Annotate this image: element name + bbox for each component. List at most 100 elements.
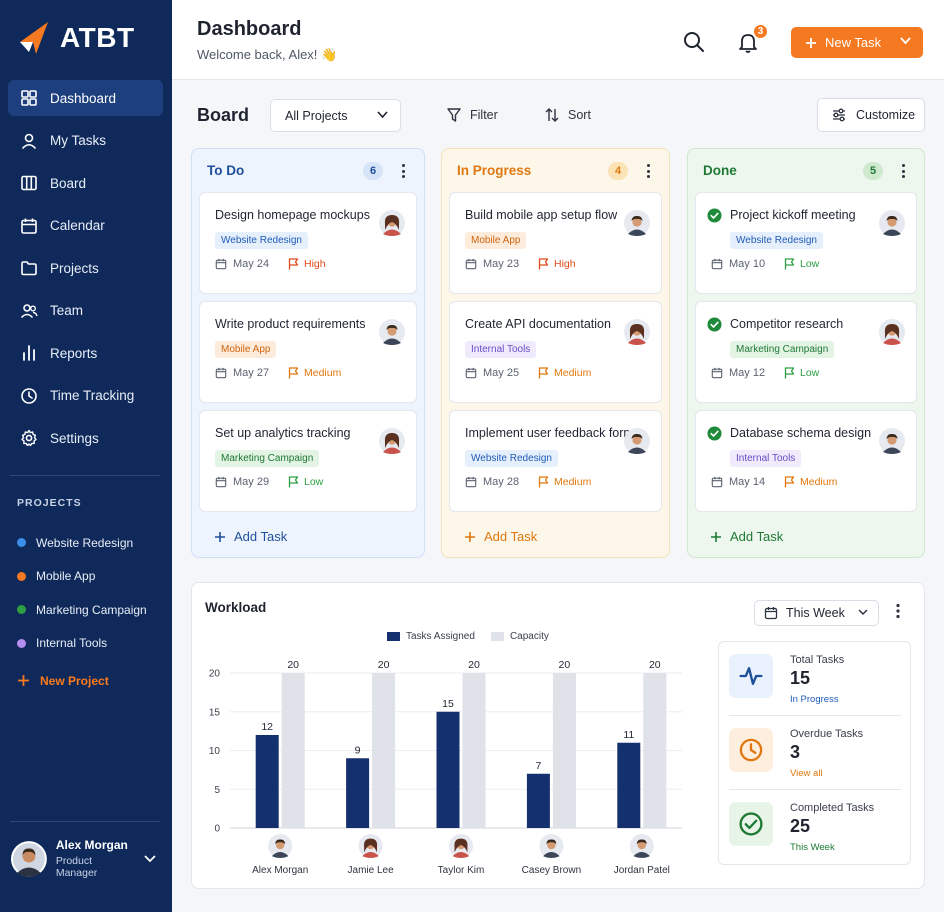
task-card[interactable]: Database schema design Internal Tools Ma… <box>695 410 917 512</box>
calendar-icon <box>711 258 723 270</box>
flag-icon <box>288 367 299 379</box>
project-tag: Website Redesign <box>215 232 308 249</box>
sidebar-item-calendar[interactable]: Calendar <box>8 208 163 244</box>
brand-logo[interactable]: ATBT <box>18 20 135 56</box>
data-label: 15 <box>442 698 454 710</box>
chevron-down-icon[interactable] <box>144 854 156 863</box>
sidebar-item-my-tasks[interactable]: My Tasks <box>8 123 163 159</box>
bar-tasks-assigned <box>346 758 370 828</box>
add-task-button[interactable]: Add Task <box>710 529 783 544</box>
sort-button[interactable]: Sort <box>544 107 591 123</box>
user-profile[interactable]: Alex Morgan Product Manager <box>10 838 160 879</box>
data-label: 12 <box>261 721 273 733</box>
calendar-icon <box>764 607 778 620</box>
priority: Medium <box>784 476 837 488</box>
calendar-icon <box>215 367 227 379</box>
assignee-avatar <box>624 210 650 236</box>
team-icon <box>20 303 38 318</box>
data-label: 20 <box>468 659 480 671</box>
project-item[interactable]: Internal Tools <box>17 627 147 661</box>
sidebar-item-label: Calendar <box>50 218 105 233</box>
stat-link[interactable]: In Progress <box>790 694 839 705</box>
sidebar-item-time-tracking[interactable]: Time Tracking <box>8 378 163 414</box>
check-circle-icon <box>707 426 722 441</box>
task-card[interactable]: Set up analytics tracking Marketing Camp… <box>199 410 417 512</box>
stat-link[interactable]: View all <box>790 768 823 779</box>
column-count: 4 <box>608 162 628 180</box>
x-tick-label: Casey Brown <box>522 865 581 876</box>
avatar <box>629 834 654 858</box>
more-vertical-icon[interactable] <box>398 161 408 181</box>
sidebar-item-settings[interactable]: Settings <box>8 420 163 456</box>
task-card[interactable]: Competitor research Marketing Campaign M… <box>695 301 917 403</box>
sidebar-item-label: Team <box>50 303 84 318</box>
avatar <box>879 319 905 345</box>
task-card[interactable]: Implement user feedback form Website Red… <box>449 410 662 512</box>
add-task-button[interactable]: Add Task <box>464 529 537 544</box>
sidebar-item-reports[interactable]: Reports <box>8 335 163 371</box>
more-vertical-icon[interactable] <box>643 161 653 181</box>
workload-panel: Workload This Week Tasks Assigned Capaci… <box>191 582 925 889</box>
sidebar-item-label: Projects <box>50 260 99 276</box>
priority: Medium <box>288 367 341 379</box>
priority: Low <box>784 367 819 379</box>
assignee-avatar <box>879 210 905 236</box>
project-label: Marketing Campaign <box>36 602 147 617</box>
new-project-label: New Project <box>40 673 109 688</box>
avatar <box>379 210 405 236</box>
legend-label: Tasks Assigned <box>406 631 475 642</box>
task-card[interactable]: Write product requirements Mobile App Ma… <box>199 301 417 403</box>
plus-icon <box>711 531 721 542</box>
due-date: May 14 <box>711 476 765 488</box>
check-circle-icon <box>739 812 763 836</box>
new-task-button[interactable]: New Task <box>791 27 923 58</box>
legend-item: Capacity <box>490 631 549 642</box>
due-date: May 25 <box>465 367 519 379</box>
project-item[interactable]: Website Redesign <box>17 526 147 560</box>
add-task-label: Add Task <box>730 529 784 544</box>
x-tick-label: Taylor Kim <box>438 865 485 876</box>
priority: Low <box>288 476 323 488</box>
due-date-text: May 25 <box>483 367 520 379</box>
flag-icon <box>784 258 795 270</box>
sidebar-item-dashboard[interactable]: Dashboard <box>8 80 163 116</box>
project-color-dot <box>17 571 26 581</box>
search-icon[interactable] <box>682 30 706 54</box>
period-select[interactable]: This Week <box>754 600 879 626</box>
more-vertical-icon[interactable] <box>895 603 901 624</box>
avatar <box>268 834 293 858</box>
y-tick-label: 0 <box>214 824 220 835</box>
stat-link[interactable]: This Week <box>790 842 835 853</box>
workload-bar-chart: 0 5 10 15 20 12 20 Alex Morgan 9 20 Jamie Lee 15 20 T… <box>209 659 682 876</box>
sidebar-item-label: Reports <box>50 345 98 361</box>
workload-title: Workload <box>205 600 267 615</box>
sidebar-item-projects[interactable]: Projects <box>8 250 163 286</box>
new-project-button[interactable]: New Project <box>17 664 147 698</box>
add-task-button[interactable]: Add Task <box>214 529 287 544</box>
avatar <box>449 834 473 858</box>
project-tag: Marketing Campaign <box>215 450 320 467</box>
task-card[interactable]: Create API documentation Internal Tools … <box>449 301 662 403</box>
more-vertical-icon[interactable] <box>898 161 908 181</box>
board-title: Board <box>197 105 250 125</box>
stat-completed-tasks: Completed Tasks 25 This Week <box>729 802 904 872</box>
due-date: May 24 <box>215 258 269 270</box>
sidebar-item-team[interactable]: Team <box>8 293 163 329</box>
task-card[interactable]: Design homepage mockups Website Redesign… <box>199 192 417 294</box>
filter-button[interactable]: Filter <box>446 107 498 123</box>
plus-icon <box>806 37 816 48</box>
sidebar-item-board[interactable]: Board <box>8 165 163 201</box>
project-item[interactable]: Mobile App <box>17 560 147 594</box>
task-card[interactable]: Build mobile app setup flow Mobile App M… <box>449 192 662 294</box>
project-item[interactable]: Marketing Campaign <box>17 593 147 627</box>
customize-button[interactable]: Customize <box>817 98 925 132</box>
folder-icon <box>21 261 37 276</box>
project-filter-select[interactable]: All Projects <box>270 99 401 132</box>
stat-value: 25 <box>790 816 811 836</box>
stat-icon-box <box>729 654 773 698</box>
column-title: Done <box>703 163 737 178</box>
user-role: Product Manager <box>55 855 98 879</box>
priority-text: Medium <box>800 476 838 488</box>
flag-icon <box>784 367 795 379</box>
task-card[interactable]: Project kickoff meeting Website Redesign… <box>695 192 917 294</box>
